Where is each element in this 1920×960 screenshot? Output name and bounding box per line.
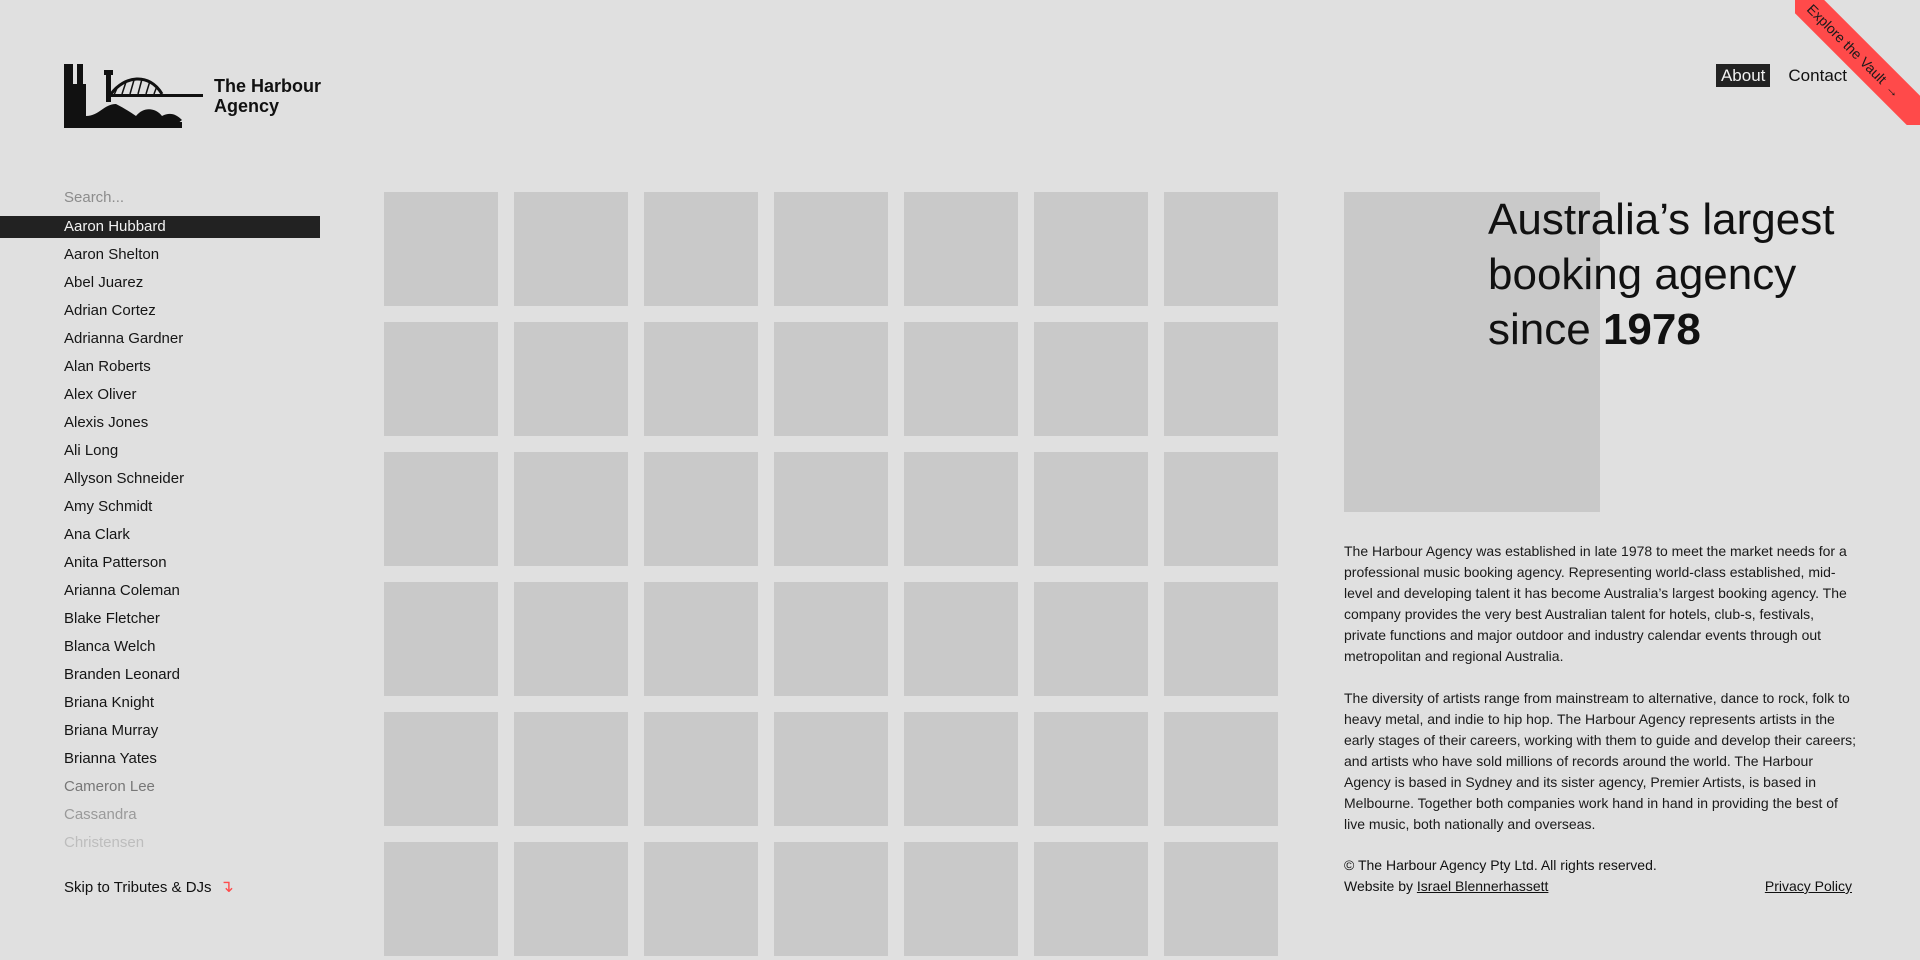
artist-list-item[interactable]: Aaron Shelton (0, 244, 320, 272)
artist-thumbnail[interactable] (514, 582, 628, 696)
artist-list-item[interactable]: Abel Juarez (0, 272, 320, 300)
about-paragraph-2: The diversity of artists range from main… (1344, 690, 1857, 832)
artist-list-item[interactable]: Amy Schmidt (0, 496, 320, 524)
artist-list-item[interactable]: Christensen (0, 832, 320, 860)
artist-thumbnail[interactable] (904, 712, 1018, 826)
artist-list-item[interactable]: Cassandra (0, 804, 320, 832)
artist-list-item[interactable]: Alan Roberts (0, 356, 320, 384)
artist-thumbnail[interactable] (1034, 842, 1148, 956)
artist-thumbnail[interactable] (644, 582, 758, 696)
artist-list-item[interactable]: Allyson Schneider (0, 468, 320, 496)
artist-thumbnail[interactable] (904, 842, 1018, 956)
artist-thumbnail[interactable] (774, 192, 888, 306)
arrow-right-icon: → (1882, 79, 1905, 102)
credit-prefix: Website by (1344, 878, 1417, 894)
artist-thumbnail[interactable] (904, 322, 1018, 436)
artist-list-item[interactable]: Aaron Hubbard (0, 216, 320, 238)
copyright-text: © The Harbour Agency Pty Ltd. All rights… (1344, 857, 1657, 873)
brand-name: The Harbour Agency (214, 76, 321, 116)
artist-list-item[interactable]: Alex Oliver (0, 384, 320, 412)
artist-thumbnail[interactable] (1164, 712, 1278, 826)
artist-thumbnail[interactable] (644, 322, 758, 436)
headline-year: 1978 (1602, 305, 1701, 354)
artist-thumbnail[interactable] (904, 192, 1018, 306)
artist-thumbnail[interactable] (514, 322, 628, 436)
nav-about-link[interactable]: About (1715, 64, 1771, 87)
privacy-policy-link[interactable]: Privacy Policy (1765, 876, 1852, 897)
artist-thumbnail[interactable] (904, 452, 1018, 566)
vault-ribbon-container: Explore the Vault → (1795, 0, 1920, 125)
sydney-harbour-logo-icon (64, 64, 203, 128)
artist-thumbnail[interactable] (514, 192, 628, 306)
home-logo-link[interactable]: The Harbour Agency (64, 63, 334, 129)
artist-thumbnail[interactable] (904, 582, 1018, 696)
brand-name-line2: Agency (214, 96, 280, 116)
artist-thumbnail[interactable] (644, 712, 758, 826)
artist-thumbnail[interactable] (514, 842, 628, 956)
artist-thumbnail[interactable] (1034, 322, 1148, 436)
about-section: The Harbour Agency was established in la… (1344, 541, 1859, 856)
artist-thumbnail[interactable] (1034, 452, 1148, 566)
artist-search-input[interactable] (64, 189, 314, 206)
artist-thumbnail[interactable] (774, 842, 888, 956)
artist-list-item[interactable]: Blanca Welch (0, 636, 320, 664)
page-headline: Australia’s largest booking agency since… (1488, 192, 1888, 357)
artist-thumbnail[interactable] (1034, 582, 1148, 696)
skip-to-tributes-label: Skip to Tributes & DJs (64, 878, 212, 896)
artist-list-item[interactable]: Briana Murray (0, 720, 320, 748)
artist-list-item[interactable]: Arianna Coleman (0, 580, 320, 608)
artist-thumbnail[interactable] (774, 452, 888, 566)
about-paragraph-1: The Harbour Agency was established in la… (1344, 543, 1847, 664)
explore-vault-ribbon[interactable]: Explore the Vault → (1795, 0, 1920, 125)
artist-thumbnail[interactable] (514, 712, 628, 826)
artist-list-item[interactable]: Alexis Jones (0, 412, 320, 440)
artist-list-item[interactable]: Briana Knight (0, 692, 320, 720)
artist-thumbnail[interactable] (384, 452, 498, 566)
website-credit: Website by Israel Blennerhassett (1344, 876, 1548, 897)
brand-name-line1: The Harbour (214, 76, 322, 96)
skip-to-tributes-link[interactable]: Skip to Tributes & DJs ↴ (64, 877, 234, 897)
artist-thumbnail[interactable] (644, 842, 758, 956)
artist-thumbnail[interactable] (774, 712, 888, 826)
artist-list-item[interactable]: Blake Fletcher (0, 608, 320, 636)
artist-thumbnail[interactable] (1034, 712, 1148, 826)
artist-list-item[interactable]: Adrian Cortez (0, 300, 320, 328)
artist-thumbnail[interactable] (774, 322, 888, 436)
artist-thumbnail[interactable] (644, 452, 758, 566)
artist-thumbnail[interactable] (1164, 452, 1278, 566)
artist-thumbnail[interactable] (384, 842, 498, 956)
designer-link[interactable]: Israel Blennerhassett (1417, 878, 1549, 894)
artist-list-item[interactable]: Ana Clark (0, 524, 320, 552)
artist-thumbnail[interactable] (384, 192, 498, 306)
artist-list-item[interactable]: Ali Long (0, 440, 320, 468)
artist-list-item[interactable]: Anita Patterson (0, 552, 320, 580)
artist-thumbnail[interactable] (384, 582, 498, 696)
artist-list-item[interactable]: Adrianna Gardner (0, 328, 320, 356)
arrow-down-icon: ↴ (219, 877, 234, 896)
artist-thumbnail[interactable] (384, 322, 498, 436)
artist-thumbnail[interactable] (384, 712, 498, 826)
artist-thumbnail[interactable] (1164, 842, 1278, 956)
artist-list-item[interactable]: Cameron Lee (0, 776, 320, 804)
artist-list: Aaron Hubbard Aaron Shelton Abel Juarez Adr… (0, 216, 320, 860)
artist-thumbnail[interactable] (774, 582, 888, 696)
explore-vault-label: Explore the Vault (1803, 0, 1890, 87)
artist-list-item[interactable]: Branden Leonard (0, 664, 320, 692)
artist-thumbnail[interactable] (1164, 322, 1278, 436)
artist-thumbnail[interactable] (1164, 582, 1278, 696)
artist-image-grid (384, 192, 1280, 960)
artist-thumbnail[interactable] (514, 452, 628, 566)
artist-thumbnail[interactable] (644, 192, 758, 306)
artist-thumbnail[interactable] (1164, 192, 1278, 306)
artist-thumbnail[interactable] (1034, 192, 1148, 306)
artist-list-item[interactable]: Brianna Yates (0, 748, 320, 776)
